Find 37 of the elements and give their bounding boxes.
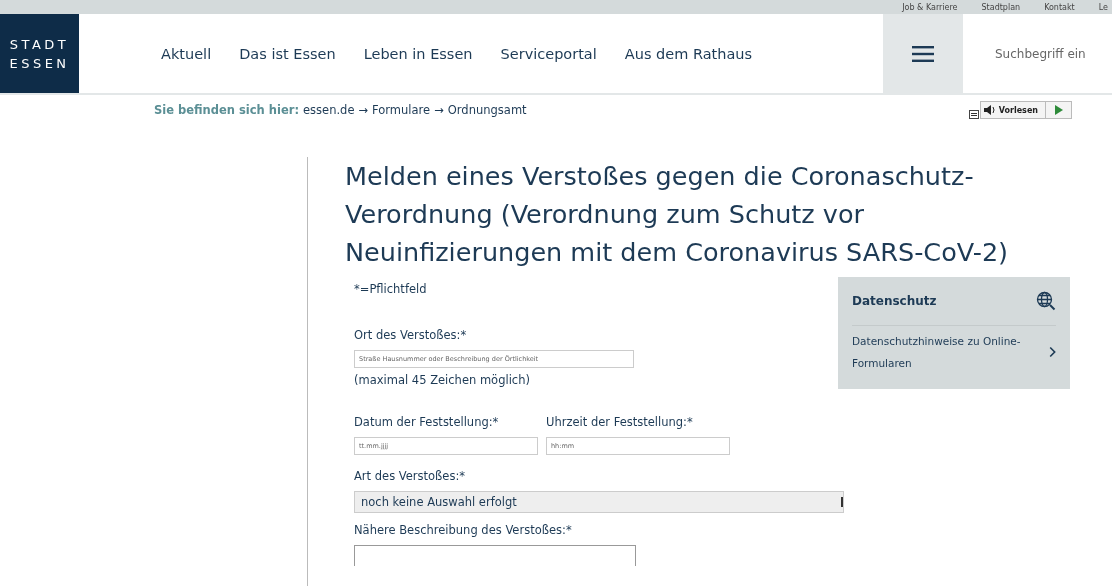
dropdown[interactable]: noch keine Auswahl erfolgt [354,491,844,513]
speaker-icon [983,105,996,115]
breadcrumb-link[interactable]: Ordnungsamt [447,103,527,117]
field-label: Nähere Beschreibung des Verstoßes:* [354,523,573,537]
breadcrumb-separator: → [358,103,369,117]
top-link[interactable]: Job & Karriere [902,2,958,12]
field-label: Art des Verstoßes:* [354,469,467,483]
nav-link[interactable]: Serviceportal [500,45,597,62]
field-label: Datum der Feststellung:* [354,415,500,429]
read-aloud-button[interactable]: Vorlesen [979,101,1046,119]
required-note: *=Pflichtfeld [354,282,428,296]
nav-link[interactable]: Das ist Essen [239,45,336,62]
breadcrumb-link[interactable]: essen.de [303,103,355,117]
breadcrumb-link[interactable]: Formulare [372,103,431,117]
play-icon [1054,105,1063,115]
top-link[interactable]: Stadtplan [981,2,1021,12]
nav-link[interactable]: Aktuell [161,45,212,62]
page-title: Melden eines Verstoßes gegen die Coronaschutz-Verordnung (Verordnung zum Schutz vor Neuinfizierungen mit dem Coronavirus SARS-CoV-2) [345,160,1010,269]
field-hint: (maximal 45 Zeichen möglich) [354,373,531,387]
nav-link[interactable]: Aus dem Rathaus [624,45,753,62]
text-area[interactable] [354,545,636,566]
top-link[interactable]: Kontakt [1044,2,1075,12]
menu-icon [912,45,934,62]
globe-search-icon [1036,291,1056,311]
field-label: Ort des Verstoßes:* [354,328,468,342]
breadcrumb-separator: → [434,103,444,117]
menu-button[interactable] [883,14,963,93]
document-icon[interactable] [968,110,979,119]
nav-link[interactable]: Leben in Essen [363,45,473,62]
city-logo[interactable]: STADT ESSEN [0,14,79,93]
panel-title: Datenschutz [852,294,937,308]
top-link[interactable]: Le [1098,2,1108,12]
play-button[interactable] [1046,101,1072,119]
privacy-link[interactable]: Datenschutzhinweise zu Online-Formularen [852,326,1056,374]
field-label: Uhrzeit der Feststellung:* [546,415,694,429]
breadcrumb-label: Sie befinden sich hier: [154,103,299,117]
chevron-right-icon [1048,345,1056,359]
